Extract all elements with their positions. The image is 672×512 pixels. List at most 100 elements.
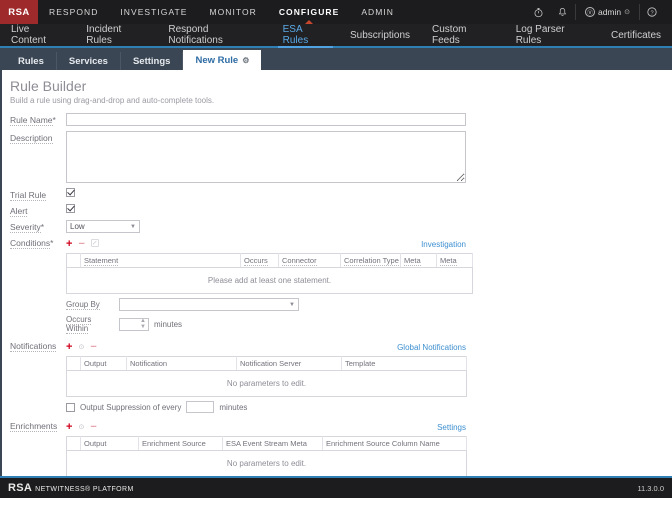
tab-new-rule[interactable]: New Rule ⚙	[183, 50, 262, 70]
severity-select[interactable]: Low ▼	[66, 220, 140, 233]
avatar: Ⓥ	[584, 7, 595, 17]
page-subtitle: Build a rule using drag-and-drop and aut…	[10, 96, 215, 105]
topnav-item-monitor[interactable]: MONITOR	[199, 0, 268, 24]
enrichments-remove-icon[interactable]: −	[90, 421, 96, 433]
bell-icon[interactable]	[551, 0, 575, 24]
tab-rules[interactable]: Rules	[6, 52, 57, 70]
enrichments-toolbar: + ⊙ − Settings	[66, 421, 466, 433]
output-suppression-checkbox[interactable]	[66, 402, 75, 412]
global-notifications-link[interactable]: Global Notifications	[397, 343, 466, 352]
conditions-label: Conditions*	[10, 238, 54, 249]
trial-rule-row: Trial Rule	[10, 188, 672, 201]
conditions-add-icon[interactable]: +	[66, 238, 72, 250]
user-name: admin	[597, 7, 622, 17]
notifications-col-notification: Notification	[126, 356, 237, 371]
description-label: Description	[10, 133, 53, 144]
subnav-item-incident-rules[interactable]: Incident Rules	[75, 24, 157, 46]
notifications-dropdown-icon[interactable]: ⊙	[78, 343, 84, 351]
rule-name-input[interactable]	[66, 113, 466, 126]
enrichments-col-esa-event-stream-meta: ESA Event Stream Meta	[222, 436, 323, 451]
notifications-empty-row: No parameters to edit.	[66, 370, 467, 397]
subnav-item-subscriptions[interactable]: Subscriptions	[339, 24, 421, 46]
notifications-remove-icon[interactable]: −	[90, 341, 96, 353]
enrichments-col-enrichment-source: Enrichment Source	[138, 436, 223, 451]
enrichments-row: Enrichments + ⊙ − Settings Output Enrich…	[10, 421, 672, 476]
enrichments-settings-link[interactable]: Settings	[437, 423, 466, 432]
conditions-table: Statement Occurs Connector Correlation T…	[66, 253, 473, 294]
enrichments-dropdown-icon[interactable]: ⊙	[78, 423, 84, 431]
tab-services[interactable]: Services	[57, 52, 121, 70]
conditions-col-connector: Connector	[278, 253, 341, 268]
group-by-label: Group By	[66, 300, 100, 310]
description-row: Description	[10, 131, 672, 183]
trial-rule-checkbox[interactable]	[66, 188, 75, 197]
topnav-item-configure[interactable]: CONFIGURE	[268, 0, 350, 24]
notifications-col-template: Template	[341, 356, 467, 371]
notifications-add-icon[interactable]: +	[66, 341, 72, 353]
topnav-item-investigate[interactable]: INVESTIGATE	[109, 0, 198, 24]
tab-bar: Rules Services Settings New Rule ⚙	[0, 48, 672, 70]
conditions-edit-icon[interactable]	[91, 239, 99, 249]
chevron-down-icon: ▼	[289, 301, 295, 308]
group-by-select[interactable]: ▼	[119, 298, 299, 311]
user-menu[interactable]: Ⓥ admin ⊙	[574, 4, 640, 20]
top-nav-items: RESPOND INVESTIGATE MONITOR CONFIGURE AD…	[38, 0, 405, 24]
group-by-row: Group By ▼	[66, 298, 466, 311]
subnav-item-certificates[interactable]: Certificates	[600, 24, 672, 46]
alert-row: Alert	[10, 204, 672, 217]
timer-icon[interactable]	[527, 0, 551, 24]
conditions-toolbar: + − Investigation	[66, 238, 466, 250]
enrichments-col-output: Output	[80, 436, 139, 451]
footer-version: 11.3.0.0	[637, 483, 664, 493]
enrichments-add-icon[interactable]: +	[66, 421, 72, 433]
rsa-logo: RSA	[0, 0, 38, 24]
conditions-row: Conditions* + − Investigation Statement	[10, 238, 672, 334]
output-suppression-input[interactable]	[186, 401, 215, 413]
rule-builder-panel: Rule Builder Build a rule using drag-and…	[0, 70, 672, 476]
severity-value: Low	[70, 222, 85, 231]
conditions-col-meta-2: Meta	[436, 253, 473, 268]
description-textarea[interactable]	[66, 131, 466, 183]
severity-row: Severity* Low ▼	[10, 220, 672, 233]
conditions-col-statement: Statement	[80, 253, 241, 268]
help-icon[interactable]: ?	[640, 0, 664, 24]
topnav-item-admin[interactable]: ADMIN	[350, 0, 405, 24]
notifications-col-notification-server: Notification Server	[236, 356, 342, 371]
subnav-item-live-content[interactable]: Live Content	[0, 24, 75, 46]
notifications-col-output: Output	[80, 356, 127, 371]
occurs-within-input[interactable]: ▲ ▼	[119, 317, 149, 331]
topnav-item-respond[interactable]: RESPOND	[38, 0, 109, 24]
conditions-remove-icon[interactable]: −	[78, 238, 84, 250]
tab-settings[interactable]: Settings	[121, 52, 184, 70]
subnav-item-custom-feeds[interactable]: Custom Feeds	[421, 24, 505, 46]
footer-brand: RSA	[8, 482, 33, 494]
notifications-table: Output Notification Notification Server …	[66, 356, 467, 397]
occurs-within-row: Occurs Within ▲ ▼ minutes	[66, 315, 466, 334]
chevron-down-icon: ⊙	[624, 9, 630, 16]
subnav-item-respond-notifications[interactable]: Respond Notifications	[157, 24, 271, 46]
conditions-col-correlation-type: Correlation Type	[340, 253, 401, 268]
subnav-item-log-parser-rules[interactable]: Log Parser Rules	[505, 24, 600, 46]
severity-label: Severity*	[10, 222, 45, 233]
subnav-item-esa-rules[interactable]: ESA Rules	[272, 24, 339, 48]
left-rail	[0, 70, 2, 476]
output-suppression-row: Output Suppression of every minutes	[66, 401, 466, 413]
notifications-header-row: Output Notification Notification Server …	[66, 356, 467, 371]
occurs-within-unit: minutes	[154, 319, 183, 329]
tab-close-icon[interactable]: ⚙	[242, 56, 249, 65]
notifications-label: Notifications	[10, 341, 57, 352]
alert-checkbox[interactable]	[66, 204, 75, 213]
footer-product: NETWITNESS® PLATFORM	[35, 486, 134, 493]
occurs-within-label: Occurs Within	[66, 315, 92, 334]
output-suppression-unit: minutes	[219, 402, 248, 412]
footer-logo: RSA NETWITNESS® PLATFORM	[8, 482, 134, 494]
conditions-col-occurs: Occurs	[240, 253, 279, 268]
conditions-col-select	[66, 253, 81, 268]
enrichments-header-row: Output Enrichment Source ESA Event Strea…	[66, 436, 467, 451]
conditions-empty-text: Please add at least one statement.	[66, 267, 473, 294]
investigation-link[interactable]: Investigation	[421, 240, 466, 249]
rule-name-label: Rule Name*	[10, 115, 56, 126]
spinner-icon[interactable]: ▲ ▼	[140, 318, 146, 330]
svg-text:?: ?	[650, 10, 653, 16]
enrichments-label: Enrichments	[10, 421, 58, 432]
